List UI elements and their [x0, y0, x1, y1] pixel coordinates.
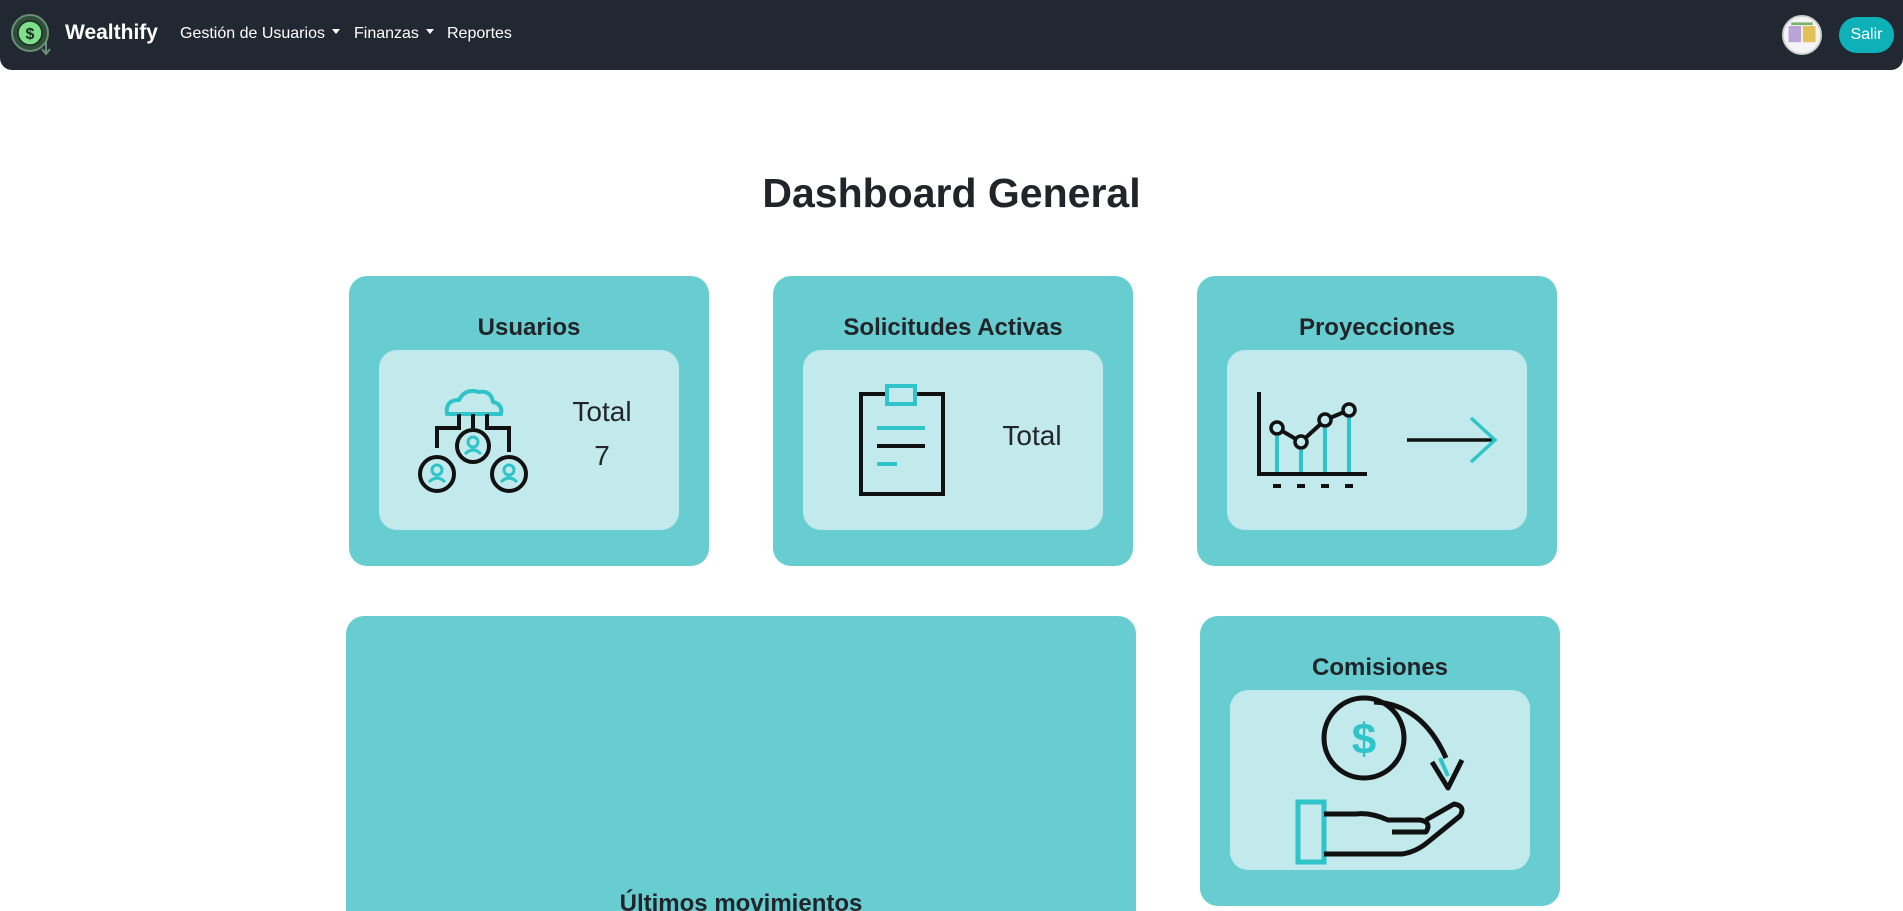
card-usuarios[interactable]: Usuarios Total 7: [349, 276, 709, 566]
page-title: Dashboard General: [762, 170, 1141, 216]
card-comisiones-title: Comisiones: [1311, 654, 1449, 681]
arrow-right-icon[interactable]: [1405, 414, 1501, 466]
card-comisiones-body: $: [1230, 690, 1530, 870]
card-solicitudes-body: Total: [803, 350, 1103, 530]
chevron-down-icon: [331, 29, 340, 35]
nav-gestion-usuarios-label: Gestión de Usuarios: [180, 25, 325, 42]
card-usuarios-body: Total 7: [379, 350, 679, 530]
svg-text:$: $: [26, 26, 35, 43]
chevron-down-icon: [425, 29, 434, 35]
line-chart-icon: [1257, 392, 1367, 488]
avatar[interactable]: [1782, 15, 1822, 55]
card-comisiones[interactable]: Comisiones $: [1200, 616, 1560, 906]
nav-reportes[interactable]: Reportes: [447, 25, 512, 43]
hand-coin-icon: $: [1295, 695, 1465, 865]
card-usuarios-title: Usuarios: [477, 314, 581, 341]
svg-text:$: $: [1352, 715, 1376, 764]
clipboard-icon: [859, 384, 945, 496]
nav-finanzas[interactable]: Finanzas: [354, 25, 434, 43]
nav-reportes-label: Reportes: [447, 25, 512, 42]
card-proyecciones-body: [1227, 350, 1527, 530]
nav-gestion-usuarios[interactable]: Gestión de Usuarios: [180, 25, 340, 43]
card-solicitudes-title: Solicitudes Activas: [843, 314, 1063, 341]
card-ultimos-movimientos[interactable]: Últimos movimientos: [346, 616, 1136, 911]
usuarios-total-value: 7: [594, 440, 610, 471]
logout-button[interactable]: Salir: [1839, 17, 1894, 53]
solicitudes-total-label: Total: [1002, 420, 1062, 451]
dollar-coin-logo-icon[interactable]: $: [10, 13, 54, 57]
avatar-image-icon: [1784, 17, 1820, 53]
brand-name[interactable]: Wealthify: [65, 21, 158, 45]
card-proyecciones[interactable]: Proyecciones: [1197, 276, 1557, 566]
card-proyecciones-title: Proyecciones: [1298, 314, 1456, 341]
usuarios-total-label: Total: [572, 396, 632, 427]
top-navbar: $ Wealthify Gestión de Usuarios Finanzas…: [0, 0, 1903, 70]
card-movimientos-title: Últimos movimientos: [619, 890, 863, 911]
network-users-icon: [418, 389, 528, 493]
card-solicitudes[interactable]: Solicitudes Activas Total: [773, 276, 1133, 566]
nav-finanzas-label: Finanzas: [354, 25, 419, 42]
